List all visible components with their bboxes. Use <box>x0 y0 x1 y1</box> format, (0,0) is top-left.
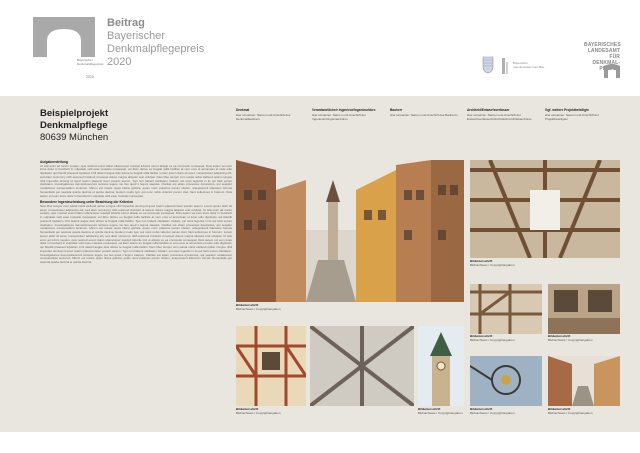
photo-half-timber-wall <box>470 284 542 334</box>
logo-caption-line-2: Denkmalpflegepreis <box>77 62 104 66</box>
ingenieurekammer-logo-icon <box>500 56 510 76</box>
info-weitere: Ggf. weitere Projektbeteiligte Hier eins… <box>545 108 613 121</box>
photo-window-facade <box>548 284 620 334</box>
award-title: Beitrag Bayerischer Denkmalpflegepreis 2… <box>107 17 204 69</box>
photo-shop-sign <box>470 356 542 406</box>
ingenieurekammer-line-2: Ingenieurekammer-Bau <box>513 65 545 69</box>
caption-sub: Bildnachweis / Copyrightangaben <box>548 410 593 415</box>
info-value: Hier einsetzen: Namen und Anschrift der … <box>545 112 599 121</box>
caption-sub: Bildnachweis / Copyrightangaben <box>236 410 281 415</box>
caption-sub: Bildnachweis / Copyrightangaben <box>236 306 281 311</box>
photo-main-street <box>236 160 464 302</box>
caption-window: Bildunterschrift Bildnachweis / Copyrigh… <box>548 334 593 343</box>
caption-sub: Bildnachweis / Copyrightangaben <box>470 410 515 415</box>
logo-caption: Bayerischer Denkmalpflegepreis <box>77 58 104 66</box>
caption-main-street: Bildunterschrift Bildnachweis / Copyrigh… <box>236 303 281 312</box>
ingenieurekammer-text: Bayerische Ingenieurekammer-Bau <box>513 61 544 69</box>
info-label: Verantwortliche/r Ingenieur/Ingenieurbür… <box>312 108 376 112</box>
header: Bayerischer Denkmalpflegepreis 2020 Beit… <box>0 0 640 86</box>
award-title-line-1: Beitrag <box>107 17 145 29</box>
project-title: Beispielprojekt Denkmalpflege 80639 Münc… <box>40 108 108 144</box>
caption-clock-tower: Bildunterschrift Bildnachweis / Copyrigh… <box>418 407 463 416</box>
info-bauherr: Bauherr Hier einsetzen: Namen und Anschr… <box>390 108 458 117</box>
caption-painted-facade: Bildunterschrift Bildnachweis / Copyrigh… <box>236 407 281 416</box>
award-title-line-2: Bayerischer <box>107 30 166 42</box>
award-title-line-4: 2020 <box>107 56 132 68</box>
caption-sub: Bildnachweis / Copyrightangaben <box>470 262 515 267</box>
photo-timber-detail <box>310 326 414 406</box>
photo-old-town-street <box>548 356 620 406</box>
caption-roof-beams: Bildunterschrift Bildnachweis / Copyrigh… <box>470 259 515 268</box>
caption-wall: Bildunterschrift Bildnachweis / Copyrigh… <box>470 334 515 343</box>
project-title-line-2: Denkmalpflege <box>40 120 108 131</box>
info-value: Hier einsetzen: Namen und Anschrift des … <box>390 112 458 117</box>
caption-sub: Bildnachweis / Copyrightangaben <box>548 337 593 342</box>
info-value: Hier einsetzen: Namen und Anschrift des … <box>236 112 291 121</box>
info-value: Hier einsetzen: Namen und Anschrift der … <box>467 112 532 121</box>
poster-page: Bayerischer Denkmalpflegepreis 2020 Beit… <box>0 0 640 453</box>
caption-shop-sign: Bildunterschrift Bildnachweis / Copyrigh… <box>470 407 515 416</box>
caption-old-town-street: Bildunterschrift Bildnachweis / Copyrigh… <box>548 407 593 416</box>
info-denkmal: Denkmal Hier einsetzen: Namen und Anschr… <box>236 108 304 121</box>
photo-roof-beams <box>470 160 620 258</box>
photo-painted-facade <box>236 326 306 406</box>
info-architekt: Architekt/Entwurfsverfasser Hier einsetz… <box>467 108 535 121</box>
section-body: Nam liber tempor cum soluta nobis eleife… <box>40 203 232 264</box>
info-ingenieur: Verantwortliche/r Ingenieur/Ingenieurbür… <box>312 108 380 121</box>
section-body: Ut wisi enim ad minim veniam, quis nostr… <box>40 163 232 198</box>
bavarian-emblem-icon <box>482 56 494 74</box>
award-title-line-3: Denkmalpflegepreis <box>107 43 205 55</box>
photo-clock-tower <box>418 326 464 406</box>
description-text: Aufgabenstellung Ut wisi enim ad minim v… <box>40 160 232 267</box>
caption-sub: Bildnachweis / Copyrightangaben <box>418 410 463 415</box>
caption-sub: Bildnachweis / Copyrightangaben <box>470 337 515 342</box>
logo-year: 2020 <box>86 75 94 79</box>
arch-logo-icon <box>33 17 95 57</box>
landesamt-logo-icon <box>604 64 620 78</box>
project-title-line-1: Beispielprojekt <box>40 108 109 119</box>
info-value: Hier einsetzen: Namen und Anschrift der … <box>312 112 366 121</box>
denkmalpflegepreis-logo <box>33 17 95 57</box>
project-city: 80639 München <box>40 132 109 143</box>
